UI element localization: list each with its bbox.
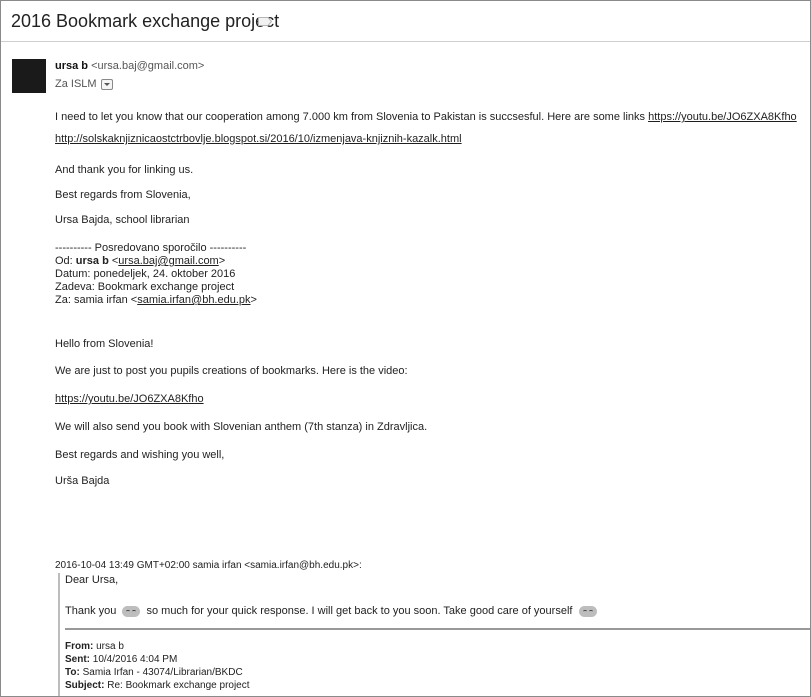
quoted-thanks-text-b: so much for your quick response. I will … bbox=[143, 605, 576, 617]
signature-line: Ursa Bajda, school librarian bbox=[55, 214, 190, 226]
sender-line: ursa b <ursa.baj@gmail.com> bbox=[55, 60, 204, 72]
recipient-label: Za ISLM bbox=[55, 78, 97, 90]
thanks-line: And thank you for linking us. bbox=[55, 164, 194, 176]
forward-to-email-link[interactable]: samia.irfan@bh.edu.pk bbox=[137, 294, 250, 306]
smiley-icon bbox=[578, 605, 597, 617]
quoted-to-label: To: bbox=[65, 667, 80, 678]
body-paragraph-1: I need to let you know that our cooperat… bbox=[55, 111, 797, 123]
quoted-to: To: Samia Irfan - 43074/Librarian/BKDC bbox=[65, 667, 243, 678]
forward-from-bracket: < bbox=[108, 255, 119, 267]
forward-from: Od: ursa b <ursa.baj@gmail.com> bbox=[55, 255, 225, 268]
sign-line: Urša Bajda bbox=[55, 475, 110, 487]
forward-to: Za: samia irfan <samia.irfan@bh.edu.pk> bbox=[55, 294, 257, 307]
forward-from-email-link[interactable]: ursa.baj@gmail.com bbox=[118, 255, 218, 267]
quoted-from: From: ursa b bbox=[65, 641, 124, 652]
smiley-icon bbox=[122, 605, 141, 617]
sender-name[interactable]: ursa b bbox=[55, 60, 88, 72]
subject-bar: 2016 Bookmark exchange project bbox=[1, 1, 810, 42]
quoted-subject-value: Re: Bookmark exchange project bbox=[104, 680, 250, 691]
regards-line: Best regards from Slovenia, bbox=[55, 189, 191, 201]
quoted-subject-label: Subject: bbox=[65, 680, 105, 691]
divider bbox=[65, 628, 810, 630]
wishes-line: Best regards and wishing you well, bbox=[55, 449, 225, 461]
forward-from-bracket-close: > bbox=[218, 255, 226, 267]
quoted-thanks-text-a: Thank you bbox=[65, 605, 120, 617]
forward-date: Datum: ponedeljek, 24. oktober 2016 bbox=[55, 268, 236, 280]
forward-to-bracket-close: > bbox=[250, 294, 257, 306]
quoted-from-label: From: bbox=[65, 641, 94, 652]
quoted-thanks-line: Thank you so much for your quick respons… bbox=[65, 605, 600, 617]
avatar[interactable] bbox=[12, 59, 46, 93]
quoted-greeting: Dear Ursa, bbox=[65, 574, 119, 586]
post-line: We are just to post you pupils creations… bbox=[55, 365, 408, 377]
forward-subject: Zadeva: Bookmark exchange project bbox=[55, 281, 235, 293]
quoted-from-value: ursa b bbox=[93, 641, 124, 652]
youtube-link[interactable]: https://youtu.be/JO6ZXA8Kfho bbox=[648, 111, 797, 123]
anthem-line: We will also send you book with Slovenia… bbox=[55, 421, 428, 433]
recipient-line: Za ISLM bbox=[55, 78, 113, 90]
quoted-header: 2016-10-04 13:49 GMT+02:00 samia irfan <… bbox=[55, 560, 362, 571]
sender-email: <ursa.baj@gmail.com> bbox=[91, 60, 205, 72]
forward-to-label: Za: samia irfan < bbox=[55, 294, 138, 306]
forward-from-label: Od: bbox=[55, 255, 76, 267]
hello-line: Hello from Slovenia! bbox=[55, 338, 154, 350]
video-link-line: https://youtu.be/JO6ZXA8Kfho bbox=[55, 393, 204, 405]
quoted-sent-value: 10/4/2016 4:04 PM bbox=[90, 654, 178, 665]
blog-link[interactable]: http://solskaknjiznicaostctrbovlje.blogs… bbox=[55, 133, 462, 145]
forward-header: ---------- Posredovano sporočilo -------… bbox=[55, 242, 247, 254]
quoted-subject: Subject: Re: Bookmark exchange project bbox=[65, 680, 250, 691]
video-link[interactable]: https://youtu.be/JO6ZXA8Kfho bbox=[55, 393, 204, 405]
quoted-sent: Sent: 10/4/2016 4:04 PM bbox=[65, 654, 177, 665]
quote-bar bbox=[58, 573, 60, 696]
recipient-details-dropdown-icon[interactable] bbox=[100, 78, 113, 90]
forward-from-name: ursa b bbox=[75, 255, 109, 267]
blog-link-line: http://solskaknjiznicaostctrbovlje.blogs… bbox=[55, 133, 462, 145]
label-tag-icon[interactable] bbox=[258, 17, 272, 26]
body-text: I need to let you know that our cooperat… bbox=[55, 111, 649, 123]
quoted-sent-label: Sent: bbox=[65, 654, 90, 665]
email-subject: 2016 Bookmark exchange project bbox=[11, 11, 280, 31]
quoted-to-value: Samia Irfan - 43074/Librarian/BKDC bbox=[79, 667, 243, 678]
email-window: 2016 Bookmark exchange project ursa b <u… bbox=[0, 0, 811, 697]
